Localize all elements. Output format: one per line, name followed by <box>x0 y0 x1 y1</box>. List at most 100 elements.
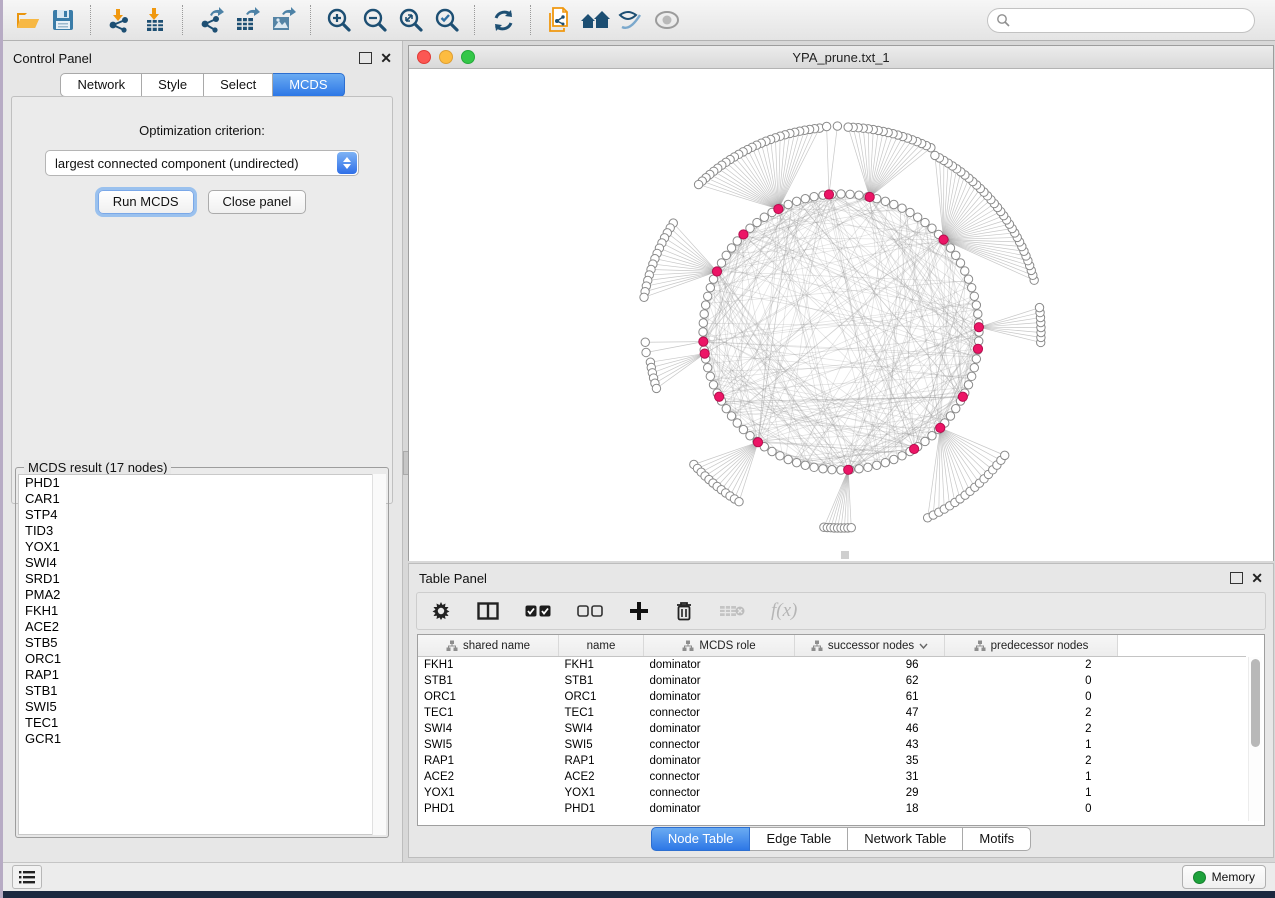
first-neighbors-button[interactable] <box>577 4 613 36</box>
network-graph[interactable] <box>409 69 1273 561</box>
zoom-in-button[interactable] <box>321 4 357 36</box>
show-all-button[interactable] <box>649 4 685 36</box>
main-toolbar <box>3 0 1275 41</box>
table-row[interactable]: YOX1YOX1connector291 <box>418 785 1246 801</box>
mcds-result-list[interactable]: PHD1CAR1STP4TID3YOX1SWI4SRD1PMA2FKH1ACE2… <box>18 474 386 835</box>
network-from-clipboard-button[interactable] <box>541 4 577 36</box>
tab-network-table[interactable]: Network Table <box>848 827 963 851</box>
table-row[interactable]: ACE2ACE2connector311 <box>418 769 1246 785</box>
export-network-icon <box>197 6 225 34</box>
close-panel-button[interactable]: Close panel <box>208 190 307 214</box>
close-panel-icon[interactable]: ✕ <box>1251 573 1263 583</box>
deselect-all-columns-button[interactable] <box>577 605 603 618</box>
run-mcds-button[interactable]: Run MCDS <box>98 190 194 214</box>
network-window-titlebar[interactable]: YPA_prune.txt_1 <box>409 46 1273 69</box>
table-row[interactable]: TEC1TEC1connector472 <box>418 705 1246 721</box>
tab-node-table[interactable]: Node Table <box>651 827 751 851</box>
table-cell: 61 <box>795 689 945 705</box>
float-panel-icon[interactable] <box>1230 572 1243 584</box>
zoom-out-button[interactable] <box>357 4 393 36</box>
import-table-button[interactable] <box>137 4 173 36</box>
mcds-result-item[interactable]: STB1 <box>19 683 385 699</box>
export-table-button[interactable] <box>229 4 265 36</box>
delete-table-button[interactable] <box>719 604 745 618</box>
float-panel-icon[interactable] <box>359 52 372 64</box>
tab-mcds[interactable]: MCDS <box>273 73 344 97</box>
mcds-result-item[interactable]: SRD1 <box>19 571 385 587</box>
table-cell: 0 <box>945 689 1118 705</box>
mcds-result-item[interactable]: STP4 <box>19 507 385 523</box>
mcds-result-item[interactable]: ORC1 <box>19 651 385 667</box>
mcds-result-item[interactable]: SWI4 <box>19 555 385 571</box>
select-all-columns-button[interactable] <box>525 605 551 618</box>
table-cell: connector <box>644 785 795 801</box>
import-table-icon <box>141 6 169 34</box>
zoom-fit-button[interactable] <box>393 4 429 36</box>
memory-button[interactable]: Memory <box>1182 865 1266 889</box>
mcds-result-item[interactable]: TID3 <box>19 523 385 539</box>
column-header-successor-nodes[interactable]: successor nodes <box>795 635 945 657</box>
table-row[interactable]: RAP1RAP1dominator352 <box>418 753 1246 769</box>
sort-desc-icon <box>919 643 928 649</box>
show-panel-button[interactable] <box>12 865 42 889</box>
table-scrollbar[interactable] <box>1248 657 1262 821</box>
save-session-button[interactable] <box>45 4 81 36</box>
tab-network[interactable]: Network <box>60 73 142 97</box>
panel-split-button[interactable] <box>477 602 499 620</box>
apply-layout-button[interactable] <box>485 4 521 36</box>
table-cell: dominator <box>644 689 795 705</box>
close-panel-icon[interactable]: ✕ <box>380 53 392 63</box>
mcds-result-item[interactable]: ACE2 <box>19 619 385 635</box>
table-scrollbar-thumb[interactable] <box>1251 659 1260 747</box>
mcds-result-item[interactable]: YOX1 <box>19 539 385 555</box>
mcds-result-item[interactable]: TEC1 <box>19 715 385 731</box>
table-row[interactable]: STB1STB1dominator620 <box>418 673 1246 689</box>
table-row[interactable]: PHD1PHD1dominator180 <box>418 801 1246 817</box>
column-header-shared-name[interactable]: shared name <box>418 635 559 657</box>
export-image-button[interactable] <box>265 4 301 36</box>
mcds-result-item[interactable]: RAP1 <box>19 667 385 683</box>
tab-motifs[interactable]: Motifs <box>963 827 1031 851</box>
mcds-result-item[interactable]: PHD1 <box>19 475 385 491</box>
mcds-result-item[interactable]: FKH1 <box>19 603 385 619</box>
add-column-button[interactable] <box>629 601 649 621</box>
mcds-result-item[interactable]: SWI5 <box>19 699 385 715</box>
tab-edge-table[interactable]: Edge Table <box>750 827 848 851</box>
table-row[interactable]: SWI5SWI5connector431 <box>418 737 1246 753</box>
network-canvas[interactable] <box>409 69 1273 561</box>
canvas-resize-handle[interactable] <box>841 551 849 559</box>
mcds-result-item[interactable]: PMA2 <box>19 587 385 603</box>
open-file-button[interactable] <box>9 4 45 36</box>
table-cell: 35 <box>795 753 945 769</box>
mcds-result-item[interactable]: GCR1 <box>19 731 385 747</box>
table-cell: dominator <box>644 657 795 674</box>
import-network-button[interactable] <box>101 4 137 36</box>
delete-column-button[interactable] <box>675 601 693 621</box>
table-cell: 1 <box>945 769 1118 785</box>
table-row[interactable]: SWI4SWI4dominator462 <box>418 721 1246 737</box>
mcds-result-item[interactable]: STB5 <box>19 635 385 651</box>
tab-select[interactable]: Select <box>204 73 273 97</box>
optimization-criterion-select[interactable]: largest connected component (undirected) <box>45 150 359 176</box>
search-icon <box>996 13 1010 27</box>
zoom-selected-button[interactable] <box>429 4 465 36</box>
table-cell: connector <box>644 769 795 785</box>
equation-builder-button[interactable]: f(x) <box>771 600 797 622</box>
search-input[interactable] <box>1010 12 1246 28</box>
node-table-container: shared namenameMCDS rolesuccessor nodesp… <box>417 634 1265 826</box>
table-cell: 2 <box>945 657 1118 674</box>
toolbar-separator <box>474 5 476 35</box>
column-header-name[interactable]: name <box>559 635 644 657</box>
column-header-predecessor-nodes[interactable]: predecessor nodes <box>945 635 1118 657</box>
column-header-MCDS-role[interactable]: MCDS role <box>644 635 795 657</box>
export-network-button[interactable] <box>193 4 229 36</box>
table-row[interactable]: FKH1FKH1dominator962 <box>418 657 1246 674</box>
table-options-button[interactable] <box>431 601 451 621</box>
mcds-result-item[interactable]: CAR1 <box>19 491 385 507</box>
table-row[interactable]: ORC1ORC1dominator610 <box>418 689 1246 705</box>
hide-selected-button[interactable] <box>613 4 649 36</box>
search-box[interactable] <box>987 8 1255 33</box>
plus-icon <box>629 601 649 621</box>
tab-style[interactable]: Style <box>142 73 204 97</box>
mcds-list-scrollbar[interactable] <box>372 474 386 835</box>
